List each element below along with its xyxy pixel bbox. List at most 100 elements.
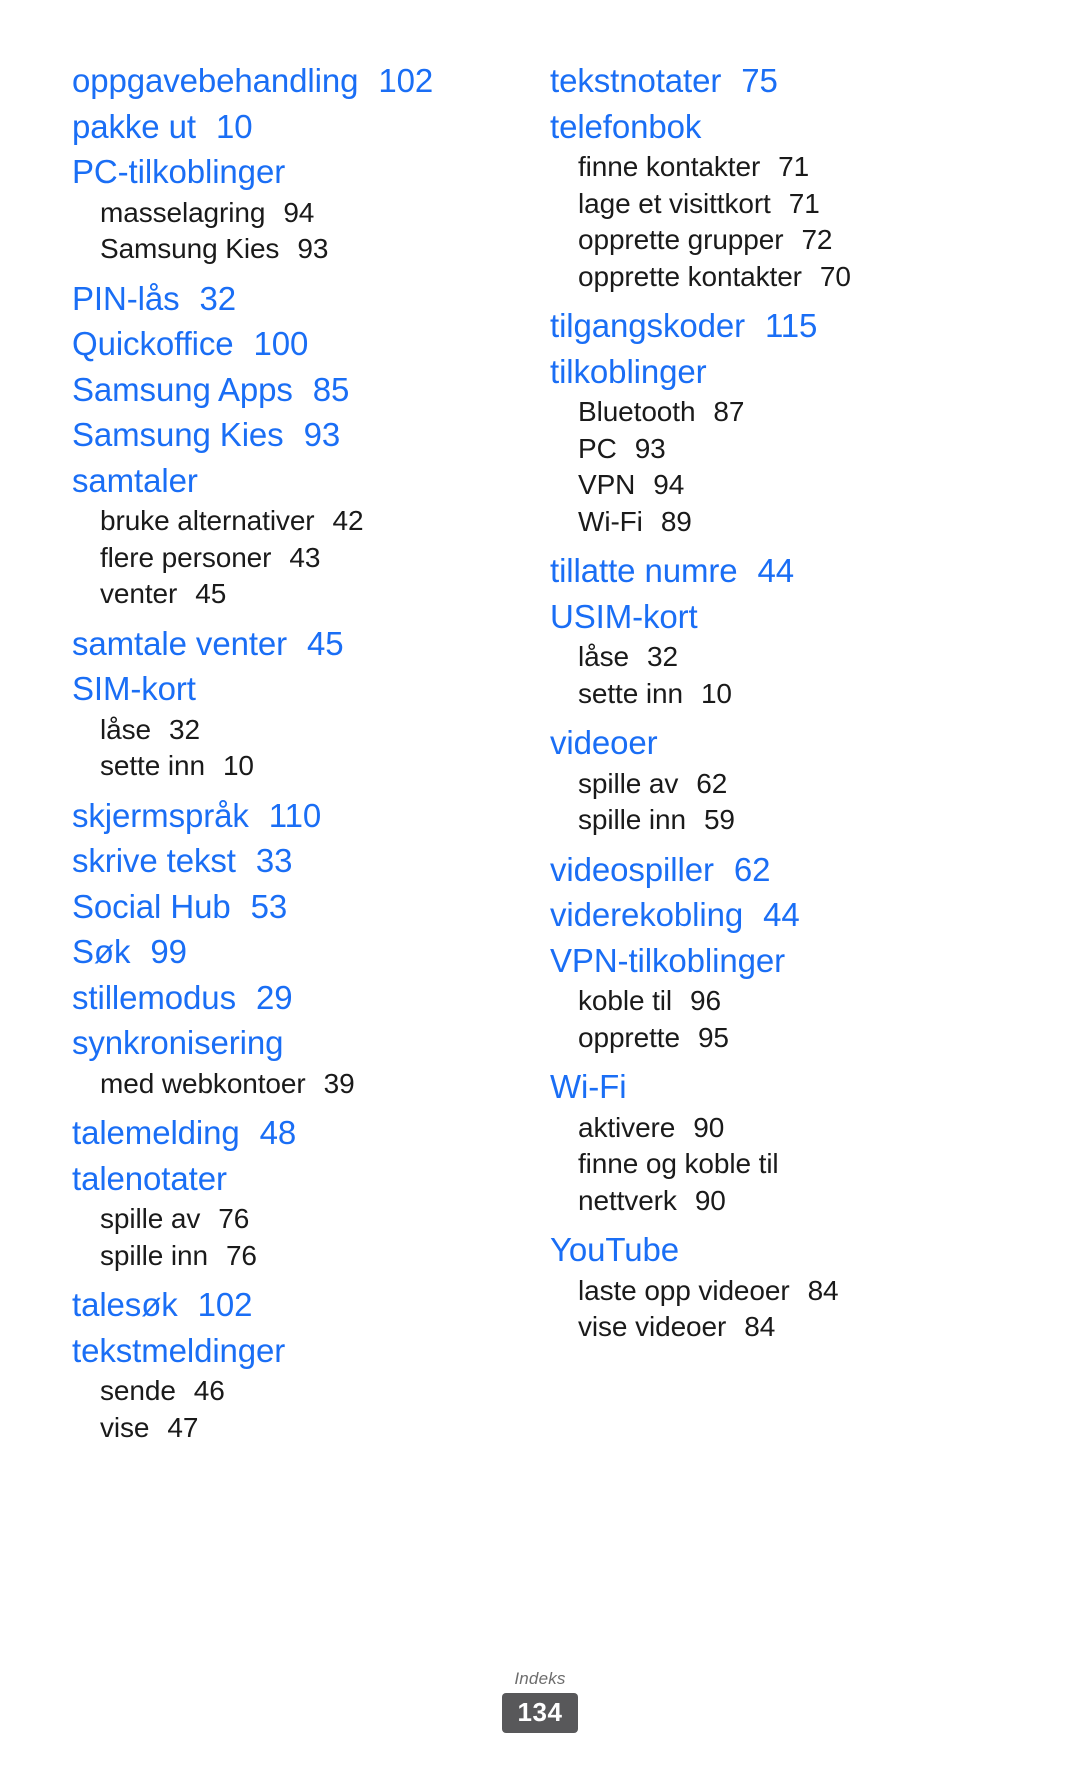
index-subentry[interactable]: Wi-Fi 89: [550, 504, 970, 541]
index-entry-term: PIN-lås: [72, 279, 180, 317]
index-subentry[interactable]: nettverk 90: [550, 1183, 970, 1220]
index-subentry[interactable]: spille av 76: [72, 1201, 492, 1238]
index-entry[interactable]: oppgavebehandling 102: [72, 58, 492, 104]
index-subentry[interactable]: Bluetooth 87: [550, 394, 970, 431]
index-subentry[interactable]: sette inn 10: [72, 748, 492, 785]
index-entry[interactable]: telefonbok: [550, 104, 970, 150]
index-entry[interactable]: USIM-kort: [550, 594, 970, 640]
index-entry[interactable]: tilgangskoder 115: [550, 303, 970, 349]
index-subentry[interactable]: finne kontakter 71: [550, 149, 970, 186]
index-subentry-term: Wi-Fi: [578, 505, 643, 537]
index-entry[interactable]: talesøk 102: [72, 1282, 492, 1328]
index-subentry[interactable]: spille inn 76: [72, 1238, 492, 1275]
index-subentry[interactable]: med webkontoer 39: [72, 1066, 492, 1103]
index-entry[interactable]: synkronisering: [72, 1020, 492, 1066]
index-entry[interactable]: VPN-tilkoblinger: [550, 938, 970, 984]
index-subentry[interactable]: opprette grupper 72: [550, 222, 970, 259]
index-subentry[interactable]: koble til 96: [550, 983, 970, 1020]
index-entry[interactable]: stillemodus 29: [72, 975, 492, 1021]
index-subentry[interactable]: lage et visittkort 71: [550, 186, 970, 223]
index-subentry[interactable]: opprette 95: [550, 1020, 970, 1057]
index-entry-term: talenotater: [72, 1159, 227, 1197]
index-entry[interactable]: SIM-kort: [72, 666, 492, 712]
index-subentry-page: 46: [193, 1375, 225, 1406]
index-subentry-term: PC: [578, 432, 617, 464]
index-subentry[interactable]: vise videoer 84: [550, 1309, 970, 1346]
index-entry-page: 48: [259, 1114, 297, 1151]
index-subentry-page: 76: [225, 1239, 257, 1271]
index-entry[interactable]: talenotater: [72, 1156, 492, 1202]
index-subentry[interactable]: sette inn 10: [550, 676, 970, 713]
index-subentry[interactable]: låse 32: [550, 639, 970, 676]
index-entry-term: synkronisering: [72, 1024, 284, 1061]
index-entry-term: Samsung Kies: [72, 416, 284, 453]
index-subentry-term: spille inn: [578, 804, 686, 835]
index-subentry-page: 70: [819, 260, 851, 292]
index-entry[interactable]: Søk 99: [72, 929, 492, 975]
page-footer: Indeks 134: [0, 1669, 1080, 1733]
index-entry[interactable]: tekstmeldinger: [72, 1328, 492, 1374]
index-entry[interactable]: tekstnotater 75: [550, 58, 970, 104]
index-entry[interactable]: YouTube: [550, 1227, 970, 1273]
index-subentry[interactable]: PC 93: [550, 431, 970, 468]
index-subentry[interactable]: flere personer 43: [72, 540, 492, 577]
index-subentry-page: 72: [801, 224, 833, 255]
index-entry-term: tekstnotater: [550, 62, 722, 99]
index-entry[interactable]: Samsung Kies 93: [72, 412, 492, 458]
index-subentry-term: låse: [100, 713, 151, 745]
index-subentry[interactable]: sende 46: [72, 1373, 492, 1410]
index-subentry-term: Bluetooth: [578, 396, 696, 427]
index-subentry[interactable]: finne og koble til: [550, 1146, 970, 1183]
index-entry[interactable]: Wi-Fi: [550, 1064, 970, 1110]
index-entry[interactable]: videospiller 62: [550, 847, 970, 893]
index-subentry[interactable]: VPN 94: [550, 467, 970, 504]
index-subentry-list: spille av 62 spille inn 59: [550, 766, 970, 839]
index-subentry-page: 62: [696, 767, 728, 799]
index-entry-term: tilgangskoder: [550, 307, 745, 344]
index-entry[interactable]: PIN-lås 32: [72, 276, 492, 322]
index-subentry[interactable]: låse 32: [72, 712, 492, 749]
index-subentry[interactable]: Samsung Kies 93: [72, 231, 492, 268]
index-subentry[interactable]: laste opp videoer 84: [550, 1273, 970, 1310]
index-subentry[interactable]: opprette kontakter 70: [550, 259, 970, 296]
index-entry-term: tillatte numre: [550, 552, 738, 589]
index-entry[interactable]: videoer: [550, 720, 970, 766]
index-subentry[interactable]: spille av 62: [550, 766, 970, 803]
index-entry[interactable]: skjermspråk 110: [72, 793, 492, 839]
index-entry-term: viderekobling: [550, 896, 744, 933]
index-subentry[interactable]: venter 45: [72, 576, 492, 613]
index-entry[interactable]: viderekobling 44: [550, 892, 970, 938]
index-entry[interactable]: talemelding 48: [72, 1110, 492, 1156]
index-entry-page: 100: [253, 325, 309, 362]
index-subentry-page: 93: [297, 233, 329, 264]
index-subentry-term: finne kontakter: [578, 151, 761, 182]
index-entry[interactable]: PC-tilkoblinger: [72, 149, 492, 195]
index-entry-page: 93: [303, 416, 341, 453]
index-entry[interactable]: Samsung Apps 85: [72, 367, 492, 413]
index-entry[interactable]: samtaler: [72, 458, 492, 504]
index-subentry-term: opprette kontakter: [578, 260, 802, 292]
index-subentry-term: Samsung Kies: [100, 233, 280, 264]
index-entry[interactable]: tillatte numre 44: [550, 548, 970, 594]
index-columns: oppgavebehandling 102 pakke ut 10 PC-tilkobl…: [72, 58, 1020, 1454]
index-subentry-page: 45: [195, 578, 227, 609]
index-subentry[interactable]: vise 47: [72, 1410, 492, 1447]
index-entry[interactable]: tilkoblinger: [550, 349, 970, 395]
index-subentry-page: 95: [697, 1021, 729, 1053]
index-subentry[interactable]: bruke alternativer 42: [72, 503, 492, 540]
index-subentry[interactable]: masselagring 94: [72, 195, 492, 232]
index-entry[interactable]: skrive tekst 33: [72, 838, 492, 884]
index-subentry-term: lage et visittkort: [578, 187, 771, 219]
index-subentry[interactable]: aktivere 90: [550, 1110, 970, 1147]
index-subentry-list: bruke alternativer 42 flere personer 43 vent…: [72, 503, 492, 613]
index-subentry-term: laste opp videoer: [578, 1274, 790, 1306]
index-subentry[interactable]: spille inn 59: [550, 802, 970, 839]
index-entry-term: tilkoblinger: [550, 352, 707, 390]
index-entry[interactable]: Social Hub 53: [72, 884, 492, 930]
index-entry[interactable]: pakke ut 10: [72, 104, 492, 150]
index-entry-term: talemelding: [72, 1114, 240, 1151]
index-entry-page: 32: [199, 279, 237, 317]
index-subentry-list: aktivere 90 finne og koble til nettverk 90: [550, 1110, 970, 1220]
index-entry[interactable]: samtale venter 45: [72, 621, 492, 667]
index-entry[interactable]: Quickoffice 100: [72, 321, 492, 367]
